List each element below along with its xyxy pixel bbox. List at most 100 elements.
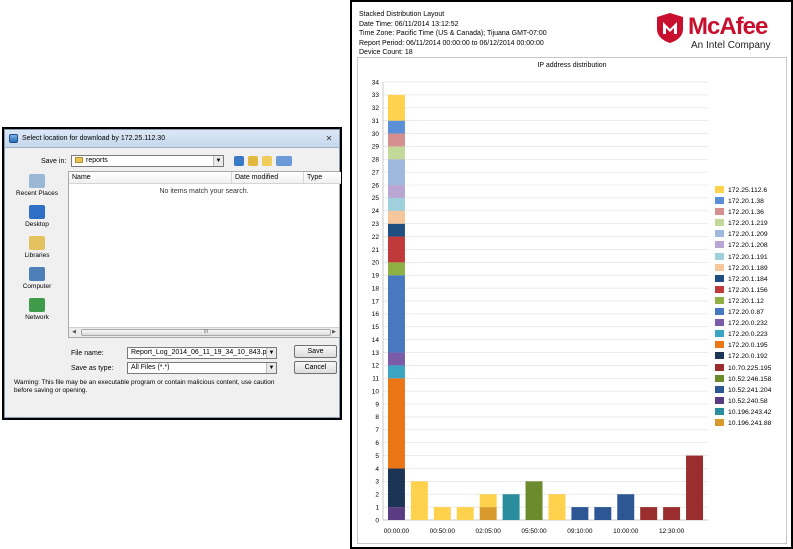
y-tick-label: 5 <box>375 453 379 460</box>
report-time-zone: Time Zone: Pacific Time (US & Canada); T… <box>359 30 547 38</box>
places-bar: Recent Places Desktop Libraries Computer… <box>11 174 63 334</box>
chevron-down-icon[interactable]: ▼ <box>213 156 223 166</box>
save-in-label: Save in: <box>41 158 67 165</box>
bar-segment <box>479 494 497 508</box>
legend-swatch <box>715 330 724 338</box>
y-tick-label: 10 <box>372 388 380 395</box>
close-icon[interactable]: ✕ <box>323 133 335 144</box>
back-icon[interactable] <box>234 156 244 166</box>
legend-item: 10.52.246.158 <box>715 374 787 385</box>
y-tick-label: 31 <box>372 118 380 125</box>
legend-swatch <box>715 396 724 404</box>
dialog-titlebar[interactable]: Select location for download by 172.25.1… <box>5 130 339 148</box>
bar-segment <box>387 507 405 520</box>
place-network[interactable]: Network <box>11 298 63 329</box>
legend-item: 172.20.1.189 <box>715 263 787 274</box>
legend-swatch <box>715 263 724 271</box>
legend-label: 172.20.1.36 <box>728 209 764 217</box>
report-date-time: Date Time: 06/11/2014 13:12:52 <box>359 20 459 28</box>
horizontal-scrollbar[interactable]: ◀ III ▶ <box>69 327 339 337</box>
y-tick-label: 3 <box>375 479 379 486</box>
legend-label: 10.196.241.88 <box>728 419 772 427</box>
y-tick-label: 20 <box>372 260 380 267</box>
legend-label: 10.52.246.158 <box>728 375 772 383</box>
recent-places-icon <box>29 174 45 188</box>
chart-legend: 172.25.112.6 172.20.1.38 172.20.1.36 172.20… <box>715 185 787 429</box>
save-button[interactable]: Save <box>294 345 337 358</box>
cancel-button[interactable]: Cancel <box>294 361 337 374</box>
file-name-input[interactable]: Report_Log_2014_06_11_19_34_10_843.pdf ▼ <box>127 347 277 359</box>
place-libraries[interactable]: Libraries <box>11 236 63 267</box>
mcafee-shield-icon <box>657 13 683 43</box>
place-recent[interactable]: Recent Places <box>11 174 63 205</box>
column-header-date-modified[interactable]: Date modified <box>232 172 304 184</box>
place-computer[interactable]: Computer <box>11 267 63 298</box>
scroll-thumb[interactable]: III <box>81 329 331 336</box>
bar-segment <box>387 197 405 211</box>
y-tick-label: 33 <box>372 92 380 99</box>
legend-item: 10.70.225.195 <box>715 363 787 374</box>
legend-label: 172.20.1.189 <box>728 264 768 272</box>
bar-segment <box>456 507 474 520</box>
legend-label: 172.20.0.223 <box>728 331 768 339</box>
y-tick-label: 14 <box>372 337 380 344</box>
bar-segment <box>502 494 520 520</box>
legend-swatch <box>715 241 724 249</box>
scroll-right-icon[interactable]: ▶ <box>329 328 339 337</box>
legend-label: 172.20.1.208 <box>728 242 768 250</box>
place-label: Network <box>25 314 49 321</box>
place-desktop[interactable]: Desktop <box>11 205 63 236</box>
chevron-down-icon[interactable]: ▼ <box>266 363 276 373</box>
bar-segment <box>525 481 543 520</box>
scroll-left-icon[interactable]: ◀ <box>69 328 79 337</box>
place-label: Libraries <box>24 252 50 259</box>
file-list[interactable]: Name Date modified Type No items match y… <box>68 171 341 338</box>
mcafee-logo: McAfee An Intel Company <box>655 10 785 54</box>
legend-swatch <box>715 230 724 238</box>
column-header-name[interactable]: Name <box>69 172 232 184</box>
legend-item: 172.20.0.195 <box>715 340 787 351</box>
bar-segment <box>640 507 658 520</box>
legend-item: 172.20.1.209 <box>715 229 787 240</box>
bar-segment <box>387 120 405 134</box>
y-tick-label: 13 <box>372 350 380 357</box>
x-tick-label: 09:10:00 <box>567 528 593 535</box>
legend-item: 172.20.0.223 <box>715 329 787 340</box>
legend-item: 10.196.241.88 <box>715 418 787 429</box>
bar-segment <box>663 507 681 520</box>
dialog-title: Select location for download by 172.25.1… <box>22 135 166 142</box>
y-tick-label: 9 <box>375 401 379 408</box>
chevron-down-icon[interactable]: ▼ <box>266 348 276 358</box>
x-tick-label: 05:50:00 <box>521 528 547 535</box>
y-tick-label: 1 <box>375 504 379 511</box>
save-in-dropdown[interactable]: reports ▼ <box>71 155 224 167</box>
y-tick-label: 4 <box>375 466 379 473</box>
y-tick-label: 0 <box>375 517 379 524</box>
legend-label: 172.20.0.232 <box>728 320 768 328</box>
view-menu-icon[interactable] <box>276 156 292 166</box>
report-header: Stacked Distribution Layout Date Time: 0… <box>359 10 547 58</box>
column-header-type[interactable]: Type <box>304 172 341 184</box>
legend-label: 10.52.241.204 <box>728 386 772 394</box>
y-tick-label: 23 <box>372 221 380 228</box>
bar-segment <box>686 455 704 520</box>
save-as-type-dropdown[interactable]: All Files (*.*) ▼ <box>127 362 277 374</box>
report-layout-name: Stacked Distribution Layout <box>359 11 445 18</box>
legend-item: 172.20.1.184 <box>715 274 787 285</box>
x-tick-label: 00:50:00 <box>430 528 456 535</box>
y-tick-label: 16 <box>372 311 380 318</box>
up-folder-icon[interactable] <box>248 156 258 166</box>
y-tick-label: 25 <box>372 195 380 202</box>
bar-segment <box>387 352 405 366</box>
computer-icon <box>29 267 45 281</box>
legend-label: 172.20.0.195 <box>728 342 768 350</box>
legend-swatch <box>715 208 724 216</box>
bar-segment <box>617 494 635 520</box>
y-tick-label: 28 <box>372 157 380 164</box>
dialog-app-icon <box>9 134 18 143</box>
y-tick-label: 15 <box>372 324 380 331</box>
legend-label: 172.20.1.12 <box>728 297 764 305</box>
logo-wordmark: McAfee <box>688 13 768 40</box>
new-folder-icon[interactable] <box>262 156 272 166</box>
y-tick-label: 19 <box>372 273 380 280</box>
